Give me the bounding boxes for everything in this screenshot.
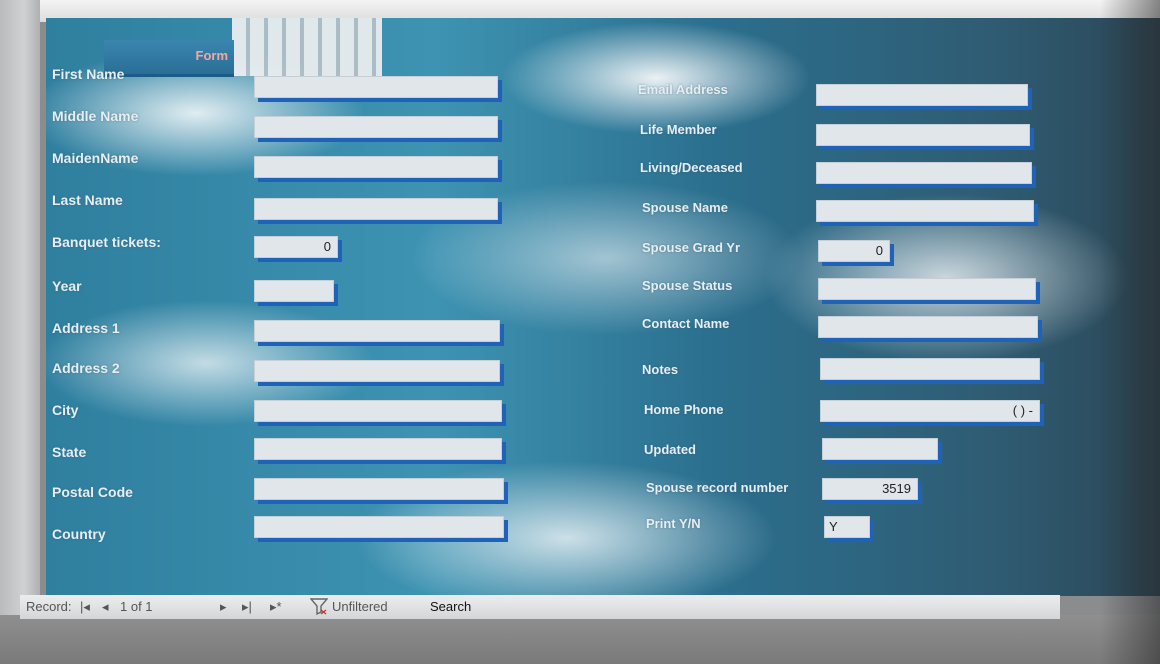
maiden-name-label: MaidenName <box>52 150 139 166</box>
banquet-tickets-field[interactable]: 0 <box>254 236 338 258</box>
updated-label: Updated <box>644 442 696 457</box>
middle-name-field[interactable] <box>254 116 498 138</box>
last-name-label: Last Name <box>52 192 123 208</box>
next-record-icon[interactable]: ▸ <box>220 599 227 615</box>
email-address-label: Email Address <box>638 82 728 97</box>
state-label: State <box>52 444 87 460</box>
middle-name-label: Middle Name <box>52 108 139 124</box>
spouse-record-number-field[interactable]: 3519 <box>822 478 918 500</box>
filter-status[interactable]: Unfiltered <box>332 599 388 614</box>
life-member-label: Life Member <box>640 122 717 137</box>
filter-icon[interactable] <box>310 597 328 615</box>
search-box[interactable]: Search <box>430 599 471 614</box>
maiden-name-field[interactable] <box>254 156 498 178</box>
living-deceased-field[interactable] <box>816 162 1032 184</box>
spouse-name-field[interactable] <box>816 200 1034 222</box>
address-2-label: Address 2 <box>52 360 120 376</box>
spouse-status-label: Spouse Status <box>642 278 733 293</box>
city-field[interactable] <box>254 400 502 422</box>
notes-field[interactable] <box>820 358 1040 380</box>
print-yn-label: Print Y/N <box>646 516 701 531</box>
country-label: Country <box>52 526 106 542</box>
photo-edge-shadow <box>1100 0 1160 664</box>
record-position[interactable]: 1 of 1 <box>120 599 153 614</box>
living-deceased-label: Living/Deceased <box>640 160 743 175</box>
spouse-name-label: Spouse Name <box>642 200 728 215</box>
first-name-field[interactable] <box>254 76 498 98</box>
email-address-field[interactable] <box>816 84 1028 106</box>
form-detail-section: Form First Name Middle Name MaidenName L… <box>46 18 1160 596</box>
spouse-grad-yr-field[interactable]: 0 <box>818 240 890 262</box>
new-record-icon[interactable]: ▸* <box>270 599 282 615</box>
first-record-icon[interactable]: |◂ <box>80 599 90 615</box>
first-name-label: First Name <box>52 66 125 82</box>
address-1-label: Address 1 <box>52 320 120 336</box>
window-bottom-area <box>0 615 1160 664</box>
city-label: City <box>52 402 79 418</box>
updated-field[interactable] <box>822 438 938 460</box>
spouse-status-field[interactable] <box>818 278 1036 300</box>
home-phone-label: Home Phone <box>644 402 724 417</box>
form-tab-label: Form <box>195 48 229 63</box>
address-1-field[interactable] <box>254 320 500 342</box>
last-name-field[interactable] <box>254 198 498 220</box>
notes-label: Notes <box>642 362 679 377</box>
home-phone-field[interactable]: ( ) - <box>820 400 1040 422</box>
banquet-tickets-label: Banquet tickets: <box>52 234 161 250</box>
contact-name-label: Contact Name <box>642 316 730 331</box>
postal-code-label: Postal Code <box>52 484 133 500</box>
record-navigation-bar: Record: |◂ ◂ 1 of 1 ▸ ▸| ▸* Unfiltered S… <box>20 595 1060 619</box>
year-label: Year <box>52 278 82 294</box>
year-field[interactable] <box>254 280 334 302</box>
monitor-bezel-left <box>0 0 40 664</box>
address-2-field[interactable] <box>254 360 500 382</box>
last-record-icon[interactable]: ▸| <box>242 599 252 615</box>
country-field[interactable] <box>254 516 504 538</box>
spouse-record-number-label: Spouse record number <box>646 480 789 495</box>
postal-code-field[interactable] <box>254 478 504 500</box>
life-member-field[interactable] <box>816 124 1030 146</box>
window-reflection <box>232 18 382 76</box>
previous-record-icon[interactable]: ◂ <box>102 599 109 615</box>
state-field[interactable] <box>254 438 502 460</box>
record-label: Record: <box>26 599 72 614</box>
spouse-grad-yr-label: Spouse Grad Yr <box>642 240 741 255</box>
contact-name-field[interactable] <box>818 316 1038 338</box>
print-yn-field[interactable]: Y <box>824 516 870 538</box>
